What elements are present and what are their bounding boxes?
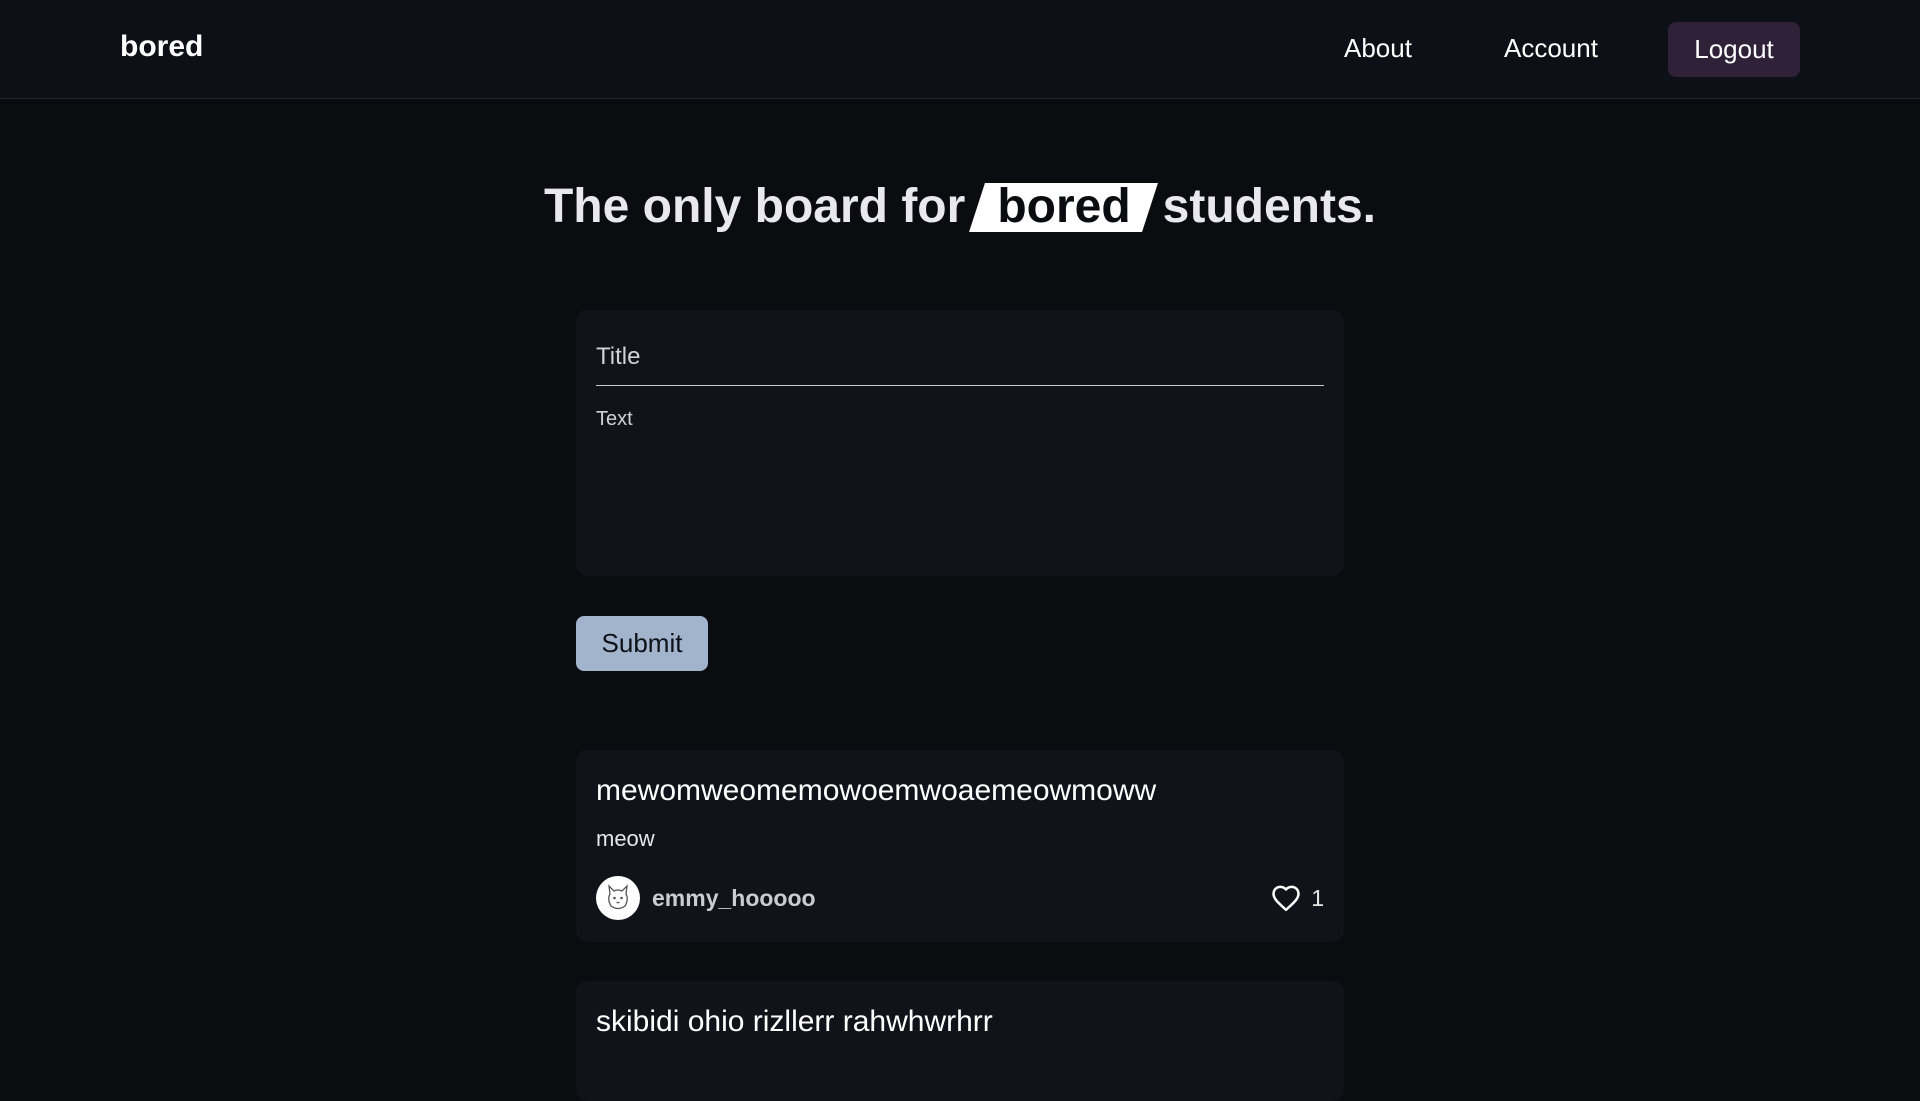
- post-body: meow: [596, 826, 655, 851]
- hero-text-after: students.: [1162, 179, 1377, 233]
- nav-about-link[interactable]: About: [1344, 33, 1412, 64]
- nav-account-link[interactable]: Account: [1504, 33, 1598, 64]
- like-button[interactable]: 1: [1271, 876, 1324, 920]
- like-count: 1: [1311, 884, 1324, 911]
- text-input[interactable]: [596, 408, 1324, 558]
- post-card: skibidi ohio rizllerr rahwhwrhrr: [576, 981, 1344, 1101]
- post-title: mewomweomemowoemwoaemeowmoww: [596, 774, 1157, 807]
- post-title: skibidi ohio rizllerr rahwhwrhrr: [596, 1005, 993, 1038]
- hero-heading: The only board for bored students.: [0, 168, 1920, 244]
- author-name: emmy_hooooo: [652, 884, 816, 911]
- hero-text-before: The only board for: [543, 179, 966, 233]
- submit-button[interactable]: Submit: [576, 616, 708, 671]
- title-input[interactable]: [596, 328, 1324, 386]
- new-post-form: [576, 310, 1344, 576]
- post-card: mewomweomemowoemwoaemeowmoww meow emmy_h…: [576, 750, 1344, 942]
- top-navbar: bored About Account Logout: [0, 0, 1920, 99]
- heart-outline-icon: [1272, 885, 1300, 912]
- logout-button[interactable]: Logout: [1668, 22, 1800, 77]
- cat-avatar-icon: [596, 876, 640, 920]
- post-author[interactable]: emmy_hooooo: [596, 876, 816, 920]
- hero-highlight-text: bored: [997, 179, 1131, 233]
- brand-logo[interactable]: bored: [120, 30, 203, 64]
- hero-highlight: bored: [977, 179, 1150, 234]
